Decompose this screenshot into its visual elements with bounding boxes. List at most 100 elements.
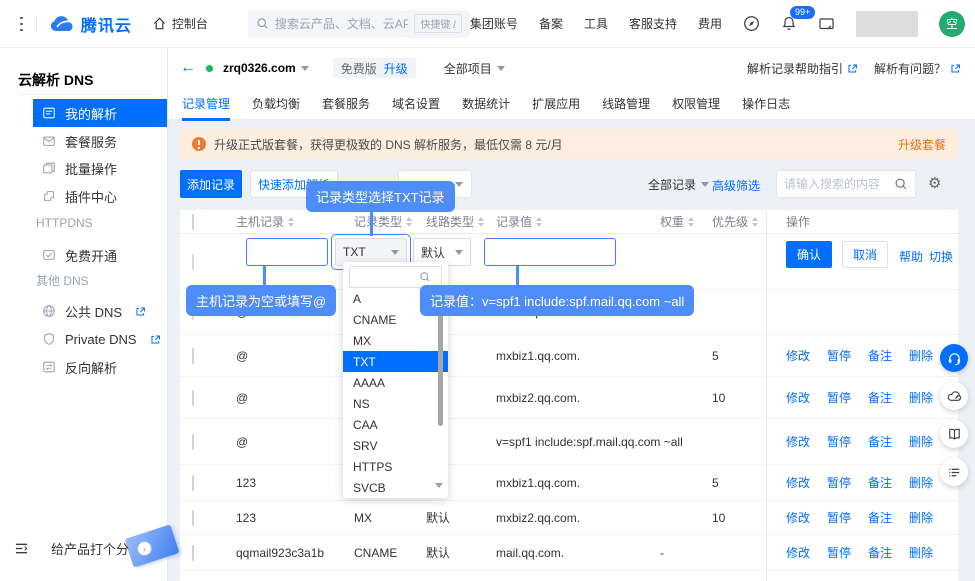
- record-search-input[interactable]: [784, 177, 889, 191]
- header-line[interactable]: 线路类型: [426, 213, 496, 230]
- dns-problem-link[interactable]: 解析有问题？: [874, 60, 961, 77]
- pause-link[interactable]: 暂停: [827, 389, 851, 406]
- sort-icon[interactable]: [752, 217, 758, 227]
- delete-link[interactable]: 删除: [909, 433, 933, 450]
- sidebar-item-packages[interactable]: 套餐服务: [33, 127, 167, 155]
- record-search[interactable]: [776, 170, 916, 198]
- dropdown-option-srv[interactable]: SRV: [343, 435, 448, 456]
- rate-arrow-icon[interactable]: ›: [137, 541, 152, 556]
- tab-extensions[interactable]: 扩展应用: [532, 95, 580, 112]
- row-checkbox[interactable]: [192, 390, 194, 406]
- pause-link[interactable]: 暂停: [827, 433, 851, 450]
- menu-item-support[interactable]: 客服支持: [629, 15, 677, 32]
- header-weight[interactable]: 权重: [660, 213, 712, 230]
- upgrade-package-link[interactable]: 升级套餐: [898, 136, 946, 153]
- sidebar-item-public-dns[interactable]: 公共 DNS: [33, 297, 167, 325]
- edit-link[interactable]: 修改: [786, 474, 810, 491]
- row-checkbox[interactable]: [192, 510, 194, 526]
- host-record-input[interactable]: [246, 238, 328, 266]
- menu-item-billing[interactable]: 费用: [698, 15, 722, 32]
- edit-link[interactable]: 修改: [786, 509, 810, 526]
- dropdown-option-txt-selected[interactable]: TXT: [343, 351, 448, 372]
- sidebar-item-reverse-dns[interactable]: 反向解析: [33, 353, 167, 381]
- hamburger-menu-icon[interactable]: [20, 17, 23, 31]
- dropdown-option-svcb[interactable]: SVCB: [343, 477, 448, 498]
- tab-load-balancing[interactable]: 负载均衡: [252, 95, 300, 112]
- collapse-sidebar-icon[interactable]: [14, 542, 29, 555]
- tab-line-management[interactable]: 线路管理: [602, 95, 650, 112]
- billing-card-icon[interactable]: [818, 16, 835, 32]
- switch-link[interactable]: 切换: [929, 248, 953, 265]
- sort-icon[interactable]: [288, 217, 294, 227]
- select-all-checkbox[interactable]: [192, 214, 194, 230]
- dropdown-option-https[interactable]: HTTPS: [343, 456, 448, 477]
- delete-link[interactable]: 删除: [909, 474, 933, 491]
- row-checkbox[interactable]: [192, 434, 194, 450]
- avatar[interactable]: 空: [939, 11, 965, 37]
- add-record-button[interactable]: 添加记录: [180, 170, 242, 198]
- delete-link[interactable]: 删除: [909, 544, 933, 561]
- pause-link[interactable]: 暂停: [827, 347, 851, 364]
- remark-link[interactable]: 备注: [868, 433, 892, 450]
- row-checkbox[interactable]: [192, 475, 194, 491]
- notifications[interactable]: 99+: [781, 15, 797, 32]
- survey-button[interactable]: [940, 458, 968, 486]
- edit-link[interactable]: 修改: [786, 389, 810, 406]
- dropdown-search-input[interactable]: [355, 271, 415, 283]
- sidebar-item-private-dns[interactable]: Private DNS: [33, 325, 167, 353]
- sidebar-item-plugins[interactable]: 插件中心: [33, 182, 167, 210]
- record-value-input[interactable]: [484, 238, 616, 266]
- tab-permissions[interactable]: 权限管理: [672, 95, 720, 112]
- dropdown-option-aaaa[interactable]: AAAA: [343, 372, 448, 393]
- help-guide-link[interactable]: 解析记录帮助指引: [747, 60, 858, 77]
- upgrade-link[interactable]: 升级: [384, 60, 408, 77]
- feedback-button[interactable]: [940, 382, 968, 410]
- tencent-cloud-logo[interactable]: 腾讯云: [49, 12, 132, 36]
- remark-link[interactable]: 备注: [868, 347, 892, 364]
- remark-link[interactable]: 备注: [868, 544, 892, 561]
- back-button[interactable]: ←: [180, 60, 196, 76]
- advanced-filter-button[interactable]: 高级筛选: [712, 177, 760, 194]
- edit-link[interactable]: 修改: [786, 347, 810, 364]
- sort-icon[interactable]: [688, 217, 694, 227]
- project-selector[interactable]: 全部项目: [444, 60, 505, 77]
- tab-domain-settings[interactable]: 域名设置: [392, 95, 440, 112]
- delete-link[interactable]: 删除: [909, 389, 933, 406]
- tab-record-management[interactable]: 记录管理: [182, 95, 230, 112]
- menu-item-group-account[interactable]: 集团账号: [470, 15, 518, 32]
- console-link[interactable]: 控制台: [152, 15, 208, 32]
- compass-icon[interactable]: [743, 15, 760, 32]
- table-settings-gear-icon[interactable]: ⚙: [928, 176, 941, 191]
- dropdown-option-caa[interactable]: CAA: [343, 414, 448, 435]
- confirm-button[interactable]: 确认: [786, 241, 832, 268]
- dropdown-option-mx[interactable]: MX: [343, 330, 448, 351]
- menu-item-icp[interactable]: 备案: [539, 15, 563, 32]
- documentation-button[interactable]: [940, 420, 968, 448]
- sort-icon[interactable]: [536, 217, 542, 227]
- header-host[interactable]: 主机记录: [236, 213, 354, 230]
- topbar-search[interactable]: 快捷键 /: [248, 10, 470, 38]
- rate-product-link[interactable]: 给产品打个分: [51, 539, 129, 558]
- edit-link[interactable]: 修改: [786, 433, 810, 450]
- remark-link[interactable]: 备注: [868, 509, 892, 526]
- header-type[interactable]: 记录类型: [354, 213, 426, 230]
- domain-selector[interactable]: zrq0326.com: [223, 61, 309, 75]
- header-priority[interactable]: 优先级: [712, 213, 774, 230]
- row-checkbox[interactable]: [192, 545, 194, 561]
- tab-packages[interactable]: 套餐服务: [322, 95, 370, 112]
- topbar-search-input[interactable]: [275, 17, 408, 31]
- edit-link[interactable]: 修改: [786, 544, 810, 561]
- cancel-button[interactable]: 取消: [842, 241, 888, 268]
- sidebar-item-my-dns[interactable]: 我的解析: [33, 99, 167, 127]
- record-filter-select[interactable]: 全部记录: [648, 170, 709, 198]
- delete-link[interactable]: 删除: [909, 509, 933, 526]
- remark-link[interactable]: 备注: [868, 474, 892, 491]
- dropdown-option-ns[interactable]: NS: [343, 393, 448, 414]
- tab-statistics[interactable]: 数据统计: [462, 95, 510, 112]
- pause-link[interactable]: 暂停: [827, 544, 851, 561]
- sidebar-item-batch[interactable]: 批量操作: [33, 154, 167, 182]
- customer-service-button[interactable]: [940, 344, 968, 372]
- delete-link[interactable]: 删除: [909, 347, 933, 364]
- row-checkbox[interactable]: [192, 348, 194, 364]
- help-link[interactable]: 帮助: [899, 248, 923, 265]
